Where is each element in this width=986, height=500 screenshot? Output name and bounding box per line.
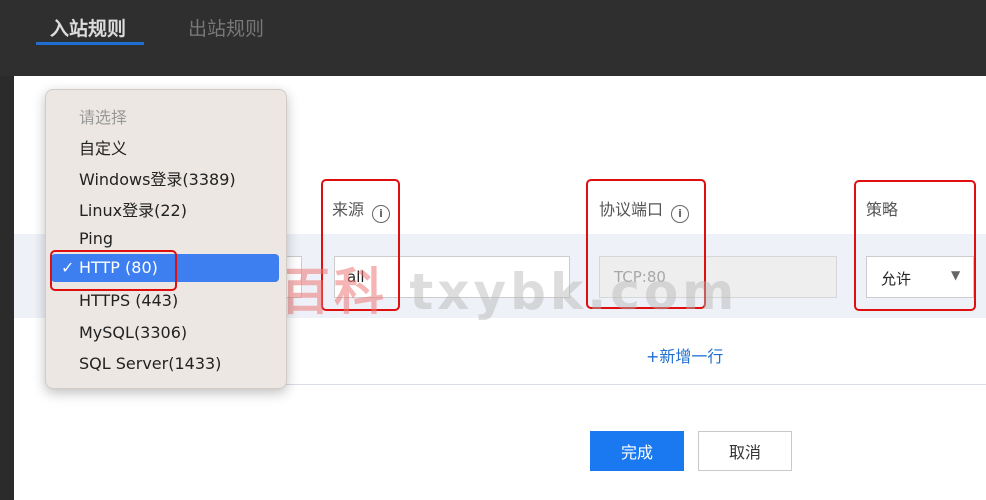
tab-outbound-rules[interactable]: 出站规则 <box>188 14 264 41</box>
top-tab-bar: 入站规则 出站规则 <box>0 0 986 76</box>
highlight-box-http <box>50 250 177 291</box>
highlight-box-port <box>586 179 706 309</box>
dropdown-option[interactable]: SQL Server(1433) <box>79 354 221 373</box>
add-row-link[interactable]: +新增一行 <box>646 343 723 367</box>
dropdown-placeholder: 请选择 <box>79 108 128 127</box>
dropdown-option[interactable]: HTTPS (443) <box>79 291 178 310</box>
dropdown-option[interactable]: MySQL(3306) <box>79 323 187 342</box>
confirm-button[interactable]: 完成 <box>590 431 684 471</box>
highlight-box-policy <box>854 180 976 311</box>
cancel-button[interactable]: 取消 <box>698 431 792 471</box>
type-dropdown-menu: 请选择 自定义 Windows登录(3389) Linux登录(22) Ping… <box>45 89 287 389</box>
highlight-box-source <box>321 179 400 311</box>
dropdown-option[interactable]: Linux登录(22) <box>79 197 187 221</box>
divider <box>286 384 986 385</box>
dropdown-option[interactable]: Ping <box>79 229 113 248</box>
active-tab-indicator <box>36 42 144 45</box>
dropdown-option[interactable]: Windows登录(3389) <box>79 166 236 190</box>
dropdown-option[interactable]: 自定义 <box>79 135 127 159</box>
tab-inbound-rules[interactable]: 入站规则 <box>50 14 126 41</box>
